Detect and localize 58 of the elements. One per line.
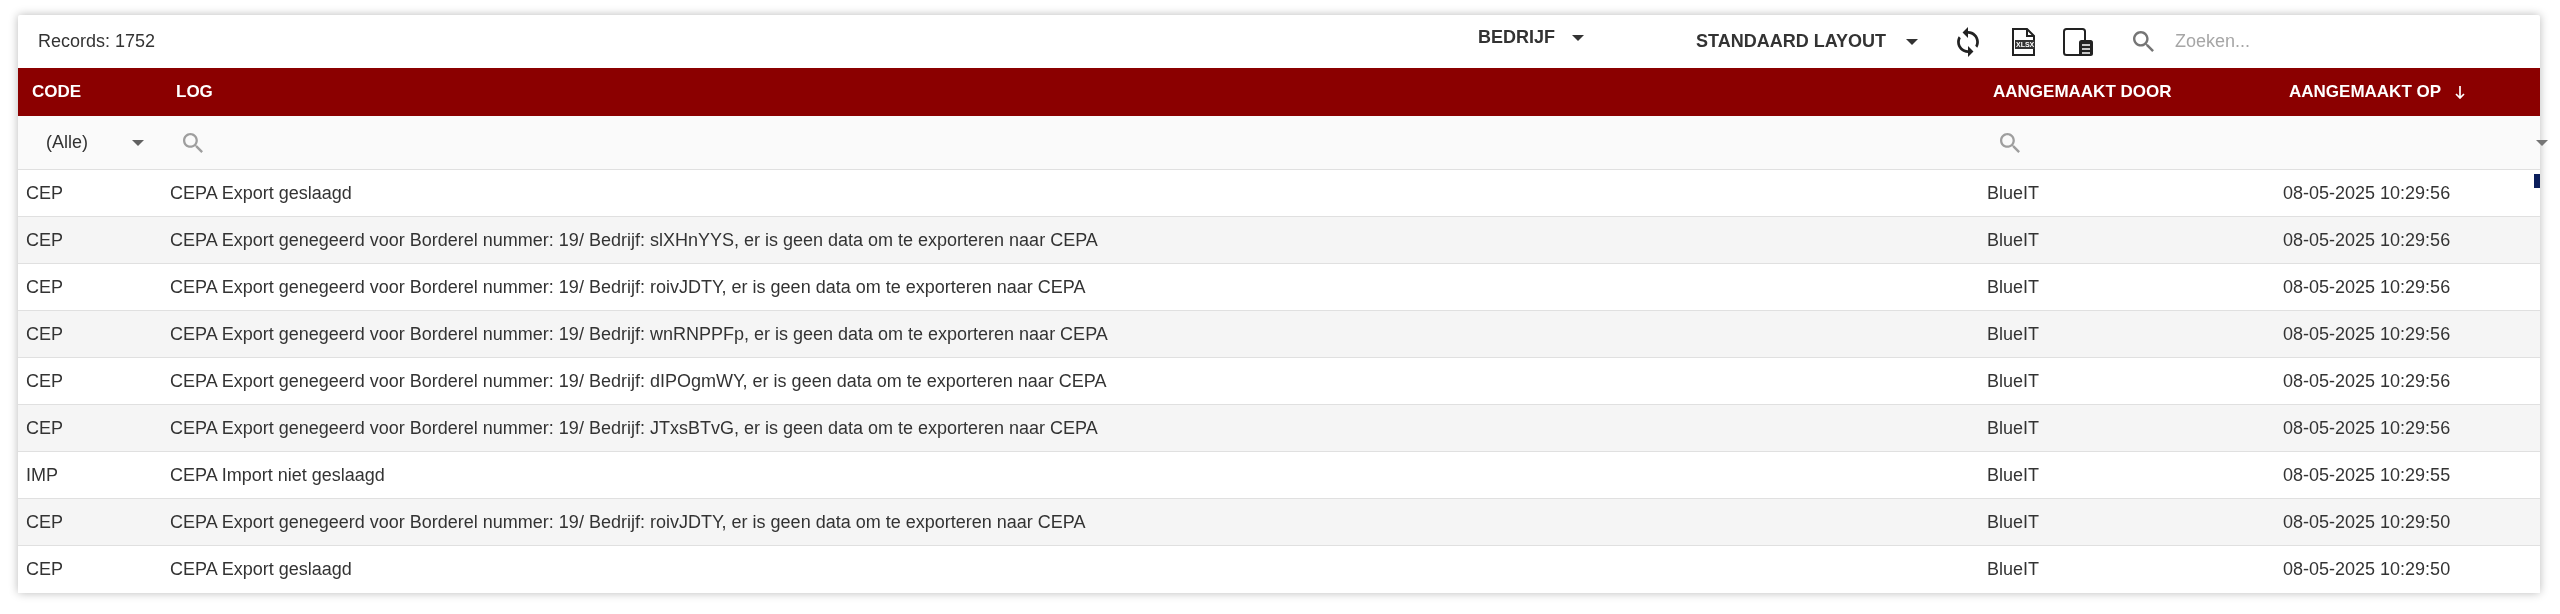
caret-icon	[2536, 139, 2548, 146]
created-by-cell-text: BlueIT	[1987, 181, 2040, 205]
log-cell-text: CEPA Import niet geslaagd	[170, 463, 385, 487]
created-by-cell-text: BlueIT	[1987, 228, 2040, 252]
scrollbar-thumb[interactable]	[2534, 174, 2540, 188]
code-cell-text: CEP	[26, 416, 63, 440]
code-cell-text: CEP	[26, 275, 63, 299]
created-at-cell-text: 08-05-2025 10:29:56	[2283, 322, 2451, 346]
created-by-cell-text: BlueIT	[1987, 558, 2040, 581]
log-cell-text: CEPA Export genegeerd voor Borderel nummer: 19/ Bedrijf: wnRNPPFp, er is geen data om te exporteren naar CEPA	[170, 322, 1108, 346]
caret-icon	[1572, 34, 1584, 41]
created-by-cell-text: BlueIT	[1987, 416, 2040, 440]
created-at-cell-text: 08-05-2025 10:29:56	[2283, 228, 2451, 252]
log-cell-text: CEPA Export geslaagd	[170, 181, 352, 205]
caret-icon	[1906, 38, 1918, 45]
log-cell-text: CEPA Export genegeerd voor Borderel nummer: 19/ Bedrijf: slXHnYYS, er is geen data om te exporteren naar CEPA	[170, 228, 1098, 252]
column-header[interactable]: CODE	[18, 68, 164, 116]
company-dropdown[interactable]: BEDRIJF	[1478, 24, 1584, 51]
log-cell-text: CEPA Export geslaagd	[170, 558, 352, 581]
created-at-cell-text: 08-05-2025 10:29:56	[2283, 416, 2451, 440]
created-at-cell-text: 08-05-2025 10:29:56	[2283, 181, 2451, 205]
code-cell-text: CEP	[26, 228, 63, 252]
log-cell-text: CEPA Export genegeerd voor Borderel nummer: 19/ Bedrijf: roivJDTY, er is geen data om te exporteren naar CEPA	[170, 510, 1086, 534]
created-by-cell-text: BlueIT	[1987, 275, 2040, 299]
created-by-cell-text: BlueIT	[1987, 369, 2040, 393]
search-icon	[183, 132, 203, 153]
created-at-cell-text: 08-05-2025 10:29:56	[2283, 275, 2451, 299]
created-by-cell-text: BlueIT	[1987, 463, 2040, 487]
log-cell-text: CEPA Export genegeerd voor Borderel nummer: 19/ Bedrijf: dIPOgmWY, er is geen data om te exporteren naar CEPA	[170, 369, 1107, 393]
search-field[interactable]: Zoeken...	[2175, 24, 2522, 59]
code-cell-text: CEP	[26, 558, 63, 581]
code-cell-text: CEP	[26, 510, 63, 534]
created-by-cell-text: BlueIT	[1987, 510, 2040, 534]
filter-dropdown[interactable]: (Alle)	[40, 124, 150, 161]
code-cell-text: CEP	[26, 181, 63, 205]
log-cell-text: CEPA Export genegeerd voor Borderel nummer: 19/ Bedrijf: roivJDTY, er is geen data om te exporteren naar CEPA	[170, 275, 1086, 299]
created-by-cell-text: BlueIT	[1987, 322, 2040, 346]
created-at-cell-text: 08-05-2025 10:29:55	[2283, 463, 2451, 487]
code-cell-text: CEP	[26, 369, 63, 393]
created-at-cell-text: 08-05-2025 10:29:50	[2283, 510, 2451, 534]
log-cell-text: CEPA Export genegeerd voor Borderel nummer: 19/ Bedrijf: JTxsBTvG, er is geen data om te exporteren naar CEPA	[170, 416, 1098, 440]
code-cell-text: CEP	[26, 322, 63, 346]
search-icon	[2000, 132, 2020, 153]
search-icon	[2133, 31, 2154, 52]
records-count: Records: 1752	[38, 30, 156, 53]
code-cell-text: IMP	[26, 463, 58, 487]
created-at-cell-text: 08-05-2025 10:29:56	[2283, 369, 2451, 393]
column-header[interactable]: LOG	[164, 68, 1981, 116]
document-button[interactable]	[2063, 27, 2093, 56]
document-list-icon	[2063, 27, 2093, 56]
column-header[interactable]: AANGEMAAKT DOOR	[1981, 68, 2277, 116]
refresh-icon	[1956, 26, 1979, 57]
column-header[interactable]: AANGEMAAKT OP	[2277, 68, 2540, 116]
caret-icon	[132, 139, 144, 146]
down-arrow-icon	[2455, 85, 2466, 99]
created-at-cell-text: 08-05-2025 10:29:50	[2283, 558, 2451, 581]
layout-dropdown[interactable]: STANDAARD LAYOUT	[1696, 28, 1918, 55]
refresh-button[interactable]	[1956, 26, 1979, 57]
